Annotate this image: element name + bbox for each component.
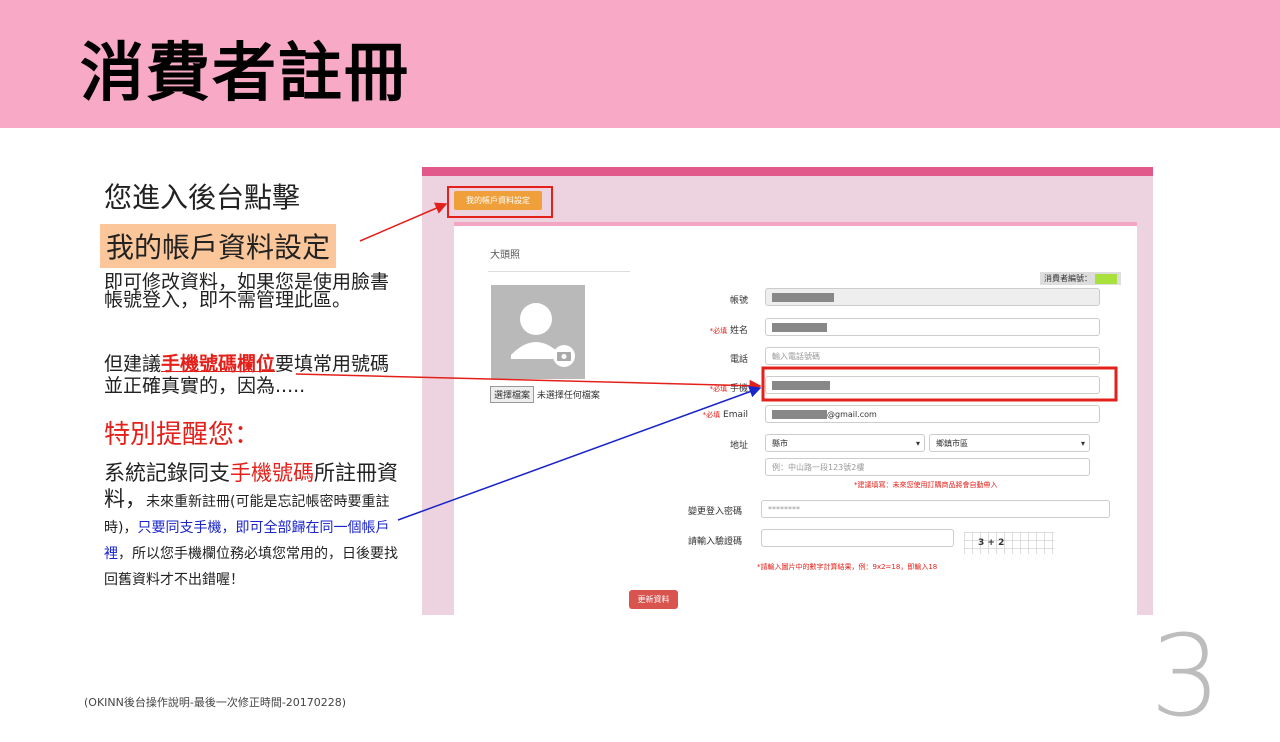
- reminder-heading: 特別提醒您：: [104, 420, 261, 450]
- email-label-text: Email: [723, 410, 748, 420]
- captcha-field[interactable]: [761, 529, 954, 547]
- required-mark: *必填: [709, 327, 728, 335]
- mobile-label-text: 手機: [729, 384, 748, 394]
- phone-label: 電話: [729, 355, 748, 365]
- district-select-value: 鄉鎮市區: [936, 439, 968, 448]
- para3-text-d: ，所以您手機欄位務必填您常用的，日後要找回舊資料才不出錯喔！: [104, 546, 398, 588]
- update-button[interactable]: 更新資料: [629, 590, 678, 609]
- email-field[interactable]: @gmail.com: [765, 405, 1100, 423]
- name-label: *必填 姓名: [668, 323, 748, 336]
- divider: [488, 271, 630, 272]
- chevron-down-icon: ▾: [1080, 439, 1085, 448]
- para3-text-a: 系統記錄同支: [104, 461, 230, 485]
- member-number-badge: 消費者編號：: [1040, 272, 1121, 285]
- backend-screenshot: 我的帳戶資料設定 大頭照 選擇檔案 未選擇任何檔案 消費者編號： 帳號 *必填 …: [422, 167, 1153, 615]
- address-note: *建議填寫：未來您使用訂購商品將會自動帶入: [854, 481, 998, 489]
- phone-field[interactable]: 輸入電話號碼: [765, 347, 1100, 365]
- avatar-placeholder[interactable]: [491, 285, 585, 379]
- captcha-note: *請輸入圖片中的數字計算結果，例：9x2=18，即輸入18: [757, 563, 938, 571]
- required-mark: *必填: [709, 385, 728, 393]
- password-label: 變更登入密碼: [687, 507, 742, 517]
- mobile-field[interactable]: [765, 376, 1100, 394]
- captcha-text: 3 + 2: [978, 538, 1005, 548]
- name-label-text: 姓名: [729, 326, 748, 336]
- account-field: [765, 288, 1100, 306]
- choose-file-button[interactable]: 選擇檔案: [490, 386, 535, 403]
- city-select[interactable]: 縣市 ▾: [765, 434, 925, 452]
- address-label: 地址: [729, 441, 748, 451]
- instruction-highlight: 我的帳戶資料設定: [100, 224, 337, 268]
- instruction-line-1: 您進入後台點擊: [104, 181, 301, 214]
- page-number: 3: [1150, 612, 1222, 742]
- instruction-paragraph-3: 系統記錄同支手機號碼所註冊資料，未來重新註冊(可能是忘記帳密時要重註時)，只要同…: [104, 460, 400, 590]
- member-number-label: 消費者編號：: [1044, 274, 1092, 283]
- screenshot-top-bar: [422, 167, 1153, 176]
- instruction-paragraph-2: 但建議手機號碼欄位要填常用號碼並正確真實的，因為.....: [104, 353, 394, 397]
- city-select-value: 縣市: [772, 439, 788, 448]
- title-bar: 消費者註冊: [0, 0, 1280, 128]
- para2-text-a: 但建議: [104, 353, 162, 375]
- captcha-label: 請輸入驗證碼: [687, 537, 742, 547]
- address-field[interactable]: 例：中山路一段123號2樓: [765, 458, 1090, 476]
- mobile-label: *必填 手機: [668, 381, 748, 394]
- footer-note: (OKINN後台操作說明-最後一次修正時間-20170228): [84, 696, 347, 709]
- member-number-value: [1095, 273, 1117, 284]
- name-field[interactable]: [765, 318, 1100, 336]
- no-file-text: 未選擇任何檔案: [536, 391, 600, 401]
- profile-card: 大頭照 選擇檔案 未選擇任何檔案 消費者編號： 帳號 *必填 姓名 電話 輸入電…: [454, 222, 1137, 615]
- email-domain: @gmail.com: [827, 410, 877, 419]
- file-chooser: 選擇檔案 未選擇任何檔案: [490, 386, 600, 403]
- instruction-paragraph-1: 即可修改資料，如果您是使用臉書帳號登入，即不需管理此區。: [104, 271, 390, 311]
- account-label: 帳號: [729, 296, 748, 306]
- user-silhouette-icon: [511, 303, 575, 367]
- password-field[interactable]: ********: [761, 500, 1110, 518]
- avatar-label: 大頭照: [490, 250, 520, 261]
- chevron-down-icon: ▾: [915, 439, 920, 448]
- required-mark: *必填: [702, 411, 721, 419]
- page-title: 消費者註冊: [80, 37, 410, 111]
- mobile-number-highlight: 手機號碼: [230, 461, 314, 485]
- email-label: *必填 Email: [668, 410, 748, 420]
- district-select[interactable]: 鄉鎮市區 ▾: [929, 434, 1090, 452]
- mobile-field-highlight: 手機號碼欄位: [161, 353, 276, 375]
- account-settings-button[interactable]: 我的帳戶資料設定: [454, 191, 542, 210]
- captcha-image: 3 + 2: [964, 532, 1054, 554]
